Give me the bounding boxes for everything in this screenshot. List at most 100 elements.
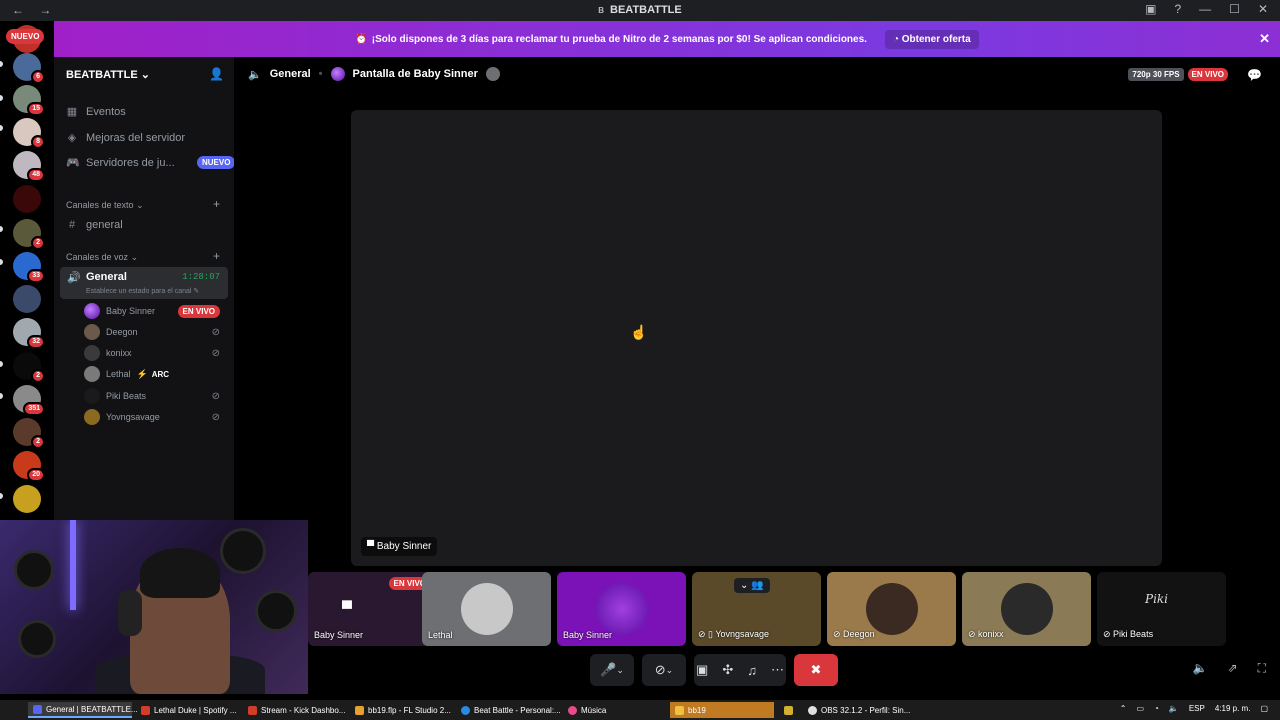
- chevron-up-icon[interactable]: ⌃: [1120, 704, 1127, 713]
- chevron-down-icon: ⌄: [136, 200, 144, 210]
- disconnect-button[interactable]: ✖: [794, 654, 838, 686]
- app-icon: [784, 705, 793, 715]
- deafened-icon: ⊘: [211, 347, 220, 359]
- server-icon[interactable]: 351: [13, 385, 45, 416]
- popout-icon[interactable]: ⇗: [1228, 661, 1238, 676]
- voice-member[interactable]: Piki Beats ⊘: [84, 387, 224, 405]
- stream-stage[interactable]: ☝ ▀ Baby Sinner: [351, 110, 1162, 566]
- camera-button[interactable]: ⊘ ⌄: [642, 654, 686, 686]
- voice-channels-category[interactable]: Canales de voz ⌄: [66, 252, 138, 263]
- set-status-link[interactable]: Establece un estado para el canal ✎: [86, 287, 199, 295]
- server-icon[interactable]: 2: [13, 219, 45, 250]
- network-icon[interactable]: ▭: [1136, 704, 1144, 713]
- volume-icon[interactable]: 🔈: [1169, 704, 1179, 713]
- streamer-avatar: [330, 67, 345, 81]
- taskbar-app[interactable]: Música: [563, 702, 667, 718]
- microphone-icon: 🎤: [600, 662, 617, 677]
- server-icon[interactable]: [13, 485, 41, 513]
- microphone-button[interactable]: 🎤 ⌄: [590, 654, 634, 686]
- activities-icon[interactable]: ✣: [722, 662, 733, 678]
- discord-icon: [33, 704, 42, 714]
- participant-tile[interactable]: EN VIVO ▀ Baby Sinner: [308, 572, 437, 646]
- get-offer-button[interactable]: ◔ Obtener oferta: [884, 29, 979, 49]
- sidebar-item-boosts[interactable]: ◈ Mejoras del servidor: [66, 131, 185, 145]
- server-icon[interactable]: 8: [13, 118, 45, 149]
- text-channels-category[interactable]: Canales de texto ⌄: [66, 200, 144, 211]
- new-badge: NUEVO: [6, 29, 45, 44]
- invite-people-icon[interactable]: 👤: [209, 67, 224, 81]
- close-banner-icon[interactable]: ✕: [1259, 31, 1270, 47]
- member-name: Deegon: [106, 327, 138, 337]
- taskbar-app[interactable]: Lethal Duke | Spotify ...: [136, 702, 240, 718]
- chat-icon[interactable]: 💬: [1247, 68, 1262, 82]
- taskbar-app[interactable]: OBS 32.1.2 - Perfil: Sin...: [803, 702, 910, 718]
- inbox-icon[interactable]: ▣: [1145, 2, 1156, 16]
- sidebar-item-game-servers[interactable]: 🎮 Servidores de ju... NUEVO: [66, 156, 236, 169]
- activity-controls: ▣ ✣ ♫ ⋯: [694, 654, 786, 686]
- server-icon[interactable]: 20: [13, 451, 45, 482]
- avatar: [84, 324, 100, 340]
- voice-member[interactable]: Baby Sinner EN VIVO: [84, 302, 224, 320]
- server-icon[interactable]: 2: [13, 418, 45, 449]
- taskbar-app[interactable]: Beat Battle - Personal:...: [456, 702, 561, 718]
- wifi-icon[interactable]: ◔: [1154, 704, 1159, 713]
- taskbar-app-label: bb19: [688, 705, 706, 715]
- add-voice-channel-icon[interactable]: +: [213, 249, 220, 263]
- piki-beats-logo: Piki: [1145, 592, 1169, 606]
- tile-name: Lethal: [428, 630, 453, 640]
- voice-member[interactable]: Deegon ⊘: [84, 323, 224, 341]
- minimize-icon[interactable]: —: [1199, 2, 1211, 16]
- volume-icon[interactable]: 🔈: [1193, 661, 1208, 676]
- taskbar-app[interactable]: bb19.flp - FL Studio 2...: [350, 702, 454, 718]
- more-icon[interactable]: ⋯: [771, 662, 784, 678]
- voice-member[interactable]: Lethal ⚡ ARC: [84, 365, 224, 383]
- participant-tile[interactable]: Baby Sinner: [557, 572, 686, 646]
- sidebar-item-events[interactable]: ▦ Eventos: [66, 105, 126, 119]
- screen-share-icon: ▀: [342, 600, 352, 616]
- fullscreen-icon[interactable]: ⛶: [1258, 661, 1266, 676]
- voice-member[interactable]: konixx ⊘: [84, 344, 224, 362]
- voice-channel-general[interactable]: 🔊 General 1:28:07 Establece un estado pa…: [60, 267, 228, 299]
- screen-share-icon[interactable]: ▣: [696, 662, 708, 678]
- stage-name: Baby Sinner: [376, 541, 432, 552]
- server-icon[interactable]: 15: [13, 85, 45, 116]
- tile-name-row: ⊘ Piki Beats: [1103, 629, 1153, 640]
- server-icon[interactable]: 2: [13, 352, 45, 383]
- tile-menu-button[interactable]: ⌄ 👥: [734, 578, 770, 593]
- add-text-channel-icon[interactable]: +: [213, 197, 220, 211]
- taskbar-app[interactable]: General | BEATBATTLE...: [28, 702, 138, 718]
- participant-tile[interactable]: ⊘ konixx: [962, 572, 1091, 646]
- notifications-icon[interactable]: ▢: [1260, 704, 1268, 713]
- call-header: 🔈 General • Pantalla de Baby Sinner: [248, 67, 500, 81]
- headset: [118, 590, 142, 636]
- taskbar-app[interactable]: [779, 702, 799, 718]
- chevron-down-icon: ⌄: [616, 664, 624, 675]
- clock[interactable]: 4:19 p. m.: [1215, 704, 1251, 713]
- language-indicator[interactable]: ESP: [1189, 704, 1205, 713]
- server-icon[interactable]: 33: [13, 252, 45, 283]
- maximize-icon[interactable]: ☐: [1229, 2, 1240, 16]
- tile-name: Yovngsavage: [715, 629, 770, 639]
- taskbar-app[interactable]: Stream - Kick Dashbo...: [243, 702, 347, 718]
- participant-tile[interactable]: Lethal: [422, 572, 551, 646]
- participant-tile[interactable]: ⌄ 👥 ⊘ ▯ Yovngsavage: [692, 572, 821, 646]
- taskbar-app[interactable]: bb19: [670, 702, 774, 718]
- server-icon[interactable]: [13, 285, 41, 313]
- close-window-icon[interactable]: ✕: [1258, 2, 1268, 16]
- server-icon[interactable]: [13, 185, 41, 213]
- promo-message: ¡Solo dispones de 3 días para reclamar t…: [371, 33, 867, 45]
- channel-general-text[interactable]: # general: [66, 219, 123, 231]
- server-icon[interactable]: 32: [13, 318, 45, 349]
- help-icon[interactable]: ?: [1174, 2, 1181, 16]
- server-icon[interactable]: 48: [13, 151, 45, 182]
- participant-tile[interactable]: ⊘ Deegon: [827, 572, 956, 646]
- voice-member[interactable]: Yovngsavage ⊘: [84, 408, 224, 426]
- participant-tile[interactable]: Piki ⊘ Piki Beats: [1097, 572, 1226, 646]
- taskbar-app-label: Stream - Kick Dashbo...: [261, 705, 346, 715]
- server-name-button[interactable]: BEATBATTLE ⌄: [66, 68, 150, 81]
- obs-icon: [808, 705, 817, 715]
- deafened-icon: ⊘: [211, 390, 220, 402]
- soundboard-icon[interactable]: ♫: [747, 663, 757, 678]
- alarm-icon: ⏰: [355, 33, 368, 45]
- server-icon[interactable]: 6: [13, 53, 45, 84]
